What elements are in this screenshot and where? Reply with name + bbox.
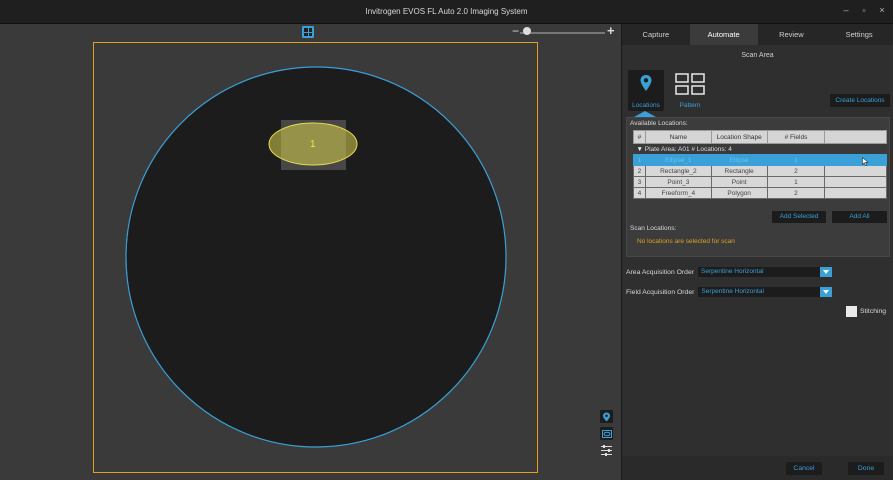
adjustments-icon[interactable] <box>600 444 613 457</box>
cell-extra <box>824 187 887 199</box>
zoom-slider[interactable] <box>520 32 605 34</box>
pattern-mode-label: Pattern <box>679 102 701 109</box>
col-header-name[interactable]: Name <box>644 130 712 144</box>
add-selected-button[interactable]: Add Selected <box>772 211 826 223</box>
eye-icon[interactable] <box>600 427 613 440</box>
pattern-mode-button[interactable]: Pattern <box>672 70 708 111</box>
cell-index: 3 <box>633 176 646 188</box>
location-pin-icon <box>640 75 652 91</box>
cell-fields: 1 <box>766 154 826 166</box>
add-all-button[interactable]: Add All <box>832 211 887 223</box>
scan-area-title: Scan Area <box>741 52 774 59</box>
minimize-icon[interactable]: – <box>841 5 851 15</box>
panel-footer: Cancel Done <box>622 456 893 480</box>
chevron-down-icon[interactable] <box>820 267 833 277</box>
plate-group-cell: ▼ Plate Area: A01 # Locations: 4 <box>633 143 887 155</box>
cell-name: Rectangle_2 <box>644 165 712 177</box>
cell-extra <box>824 165 887 177</box>
table-row[interactable]: 3 Point_3 Point 1 <box>633 176 887 188</box>
cell-shape: Polygon <box>710 187 768 199</box>
create-locations-button[interactable]: Create Locations <box>830 94 890 107</box>
col-header-index[interactable]: # <box>633 130 646 144</box>
cancel-button[interactable]: Cancel <box>786 462 822 475</box>
plate-group-row[interactable]: ▼ Plate Area: A01 # Locations: 4 <box>633 143 887 155</box>
mouse-cursor-icon <box>862 157 870 166</box>
done-button[interactable]: Done <box>848 462 884 475</box>
cell-shape: Point <box>710 176 768 188</box>
area-order-select[interactable]: Serpentine Horizontal <box>698 267 833 277</box>
area-order-label: Area Acquisition Order <box>626 268 695 276</box>
area-order-row: Area Acquisition Order Serpentine Horizo… <box>626 267 833 277</box>
field-order-select[interactable]: Serpentine Horizontal <box>698 287 833 297</box>
pattern-grid-icon <box>675 73 705 95</box>
tab-settings[interactable]: Settings <box>825 24 893 45</box>
tab-automate[interactable]: Automate <box>689 24 758 45</box>
cell-fields: 2 <box>766 187 826 199</box>
cell-name: Freeform_4 <box>644 187 712 199</box>
cell-fields: 2 <box>766 165 826 177</box>
field-order-row: Field Acquisition Order Serpentine Horiz… <box>626 287 833 297</box>
grid-view-icon[interactable] <box>302 26 314 38</box>
locations-mode-button[interactable]: Locations <box>628 70 664 111</box>
cell-name: Point_3 <box>644 176 712 188</box>
cell-index: 1 <box>633 154 646 166</box>
plate-group-label: Plate Area: A01 # Locations: 4 <box>644 145 732 153</box>
cell-index: 4 <box>633 187 646 199</box>
col-header-extra <box>824 130 887 144</box>
cell-index: 2 <box>633 165 646 177</box>
title-bar: Invitrogen EVOS FL Auto 2.0 Imaging Syst… <box>0 0 893 24</box>
scan-locations-caption: Scan Locations: <box>630 225 677 232</box>
stitching-checkbox[interactable] <box>846 306 857 317</box>
viewer-toolbar: − + <box>0 23 621 42</box>
plate-area[interactable]: 1 <box>93 42 538 473</box>
field-order-value: Serpentine Horizontal <box>701 288 764 295</box>
location-number: 1 <box>310 139 316 150</box>
table-row[interactable]: 2 Rectangle_2 Rectangle 2 <box>633 165 887 177</box>
zoom-out-button[interactable]: − <box>512 24 519 38</box>
stitching-option[interactable]: Stitching <box>846 306 886 317</box>
table-row[interactable]: 4 Freeform_4 Polygon 2 <box>633 187 887 199</box>
locations-table: # Name Location Shape # Fields ▼ Plate A… <box>633 130 887 199</box>
tab-review[interactable]: Review <box>758 24 826 45</box>
table-header: # Name Location Shape # Fields <box>633 130 887 144</box>
chevron-down-icon[interactable] <box>820 287 833 297</box>
cell-shape: Ellipse <box>710 154 768 166</box>
locations-mode-label: Locations <box>632 102 660 109</box>
collapse-triangle-icon[interactable]: ▼ <box>637 146 645 153</box>
close-icon[interactable]: × <box>877 5 887 15</box>
window-title: Invitrogen EVOS FL Auto 2.0 Imaging Syst… <box>365 7 528 16</box>
zoom-in-button[interactable]: + <box>607 23 615 38</box>
col-header-fields[interactable]: # Fields <box>766 130 826 144</box>
cell-name: Ellipse_1 <box>644 154 712 166</box>
scan-locations-empty-message: No locations are selected for scan <box>637 238 735 245</box>
location-pin-icon[interactable] <box>600 410 613 423</box>
main-tabs: Capture Automate Review Settings <box>622 24 893 45</box>
available-locations-caption: Available Locations: <box>630 120 688 127</box>
viewer-side-tools <box>600 410 614 461</box>
control-panel: Capture Automate Review Settings Scan Ar… <box>621 24 893 480</box>
cell-extra <box>824 154 887 166</box>
field-order-label: Field Acquisition Order <box>626 288 695 296</box>
table-row[interactable]: 1 Ellipse_1 Ellipse 1 <box>633 154 887 166</box>
available-locations-panel: Available Locations: # Name Location Sha… <box>626 117 890 257</box>
tab-capture[interactable]: Capture <box>622 24 690 45</box>
restore-icon[interactable]: ▫ <box>859 5 869 15</box>
well-map[interactable]: 1 <box>94 43 539 474</box>
col-header-shape[interactable]: Location Shape <box>710 130 768 144</box>
cell-extra <box>824 176 887 188</box>
cell-shape: Rectangle <box>710 165 768 177</box>
image-viewer[interactable]: − + 1 <box>0 23 621 480</box>
stitching-label: Stitching <box>860 308 887 315</box>
area-order-value: Serpentine Horizontal <box>701 268 764 275</box>
cell-fields: 1 <box>766 176 826 188</box>
window-controls: – ▫ × <box>841 5 887 15</box>
